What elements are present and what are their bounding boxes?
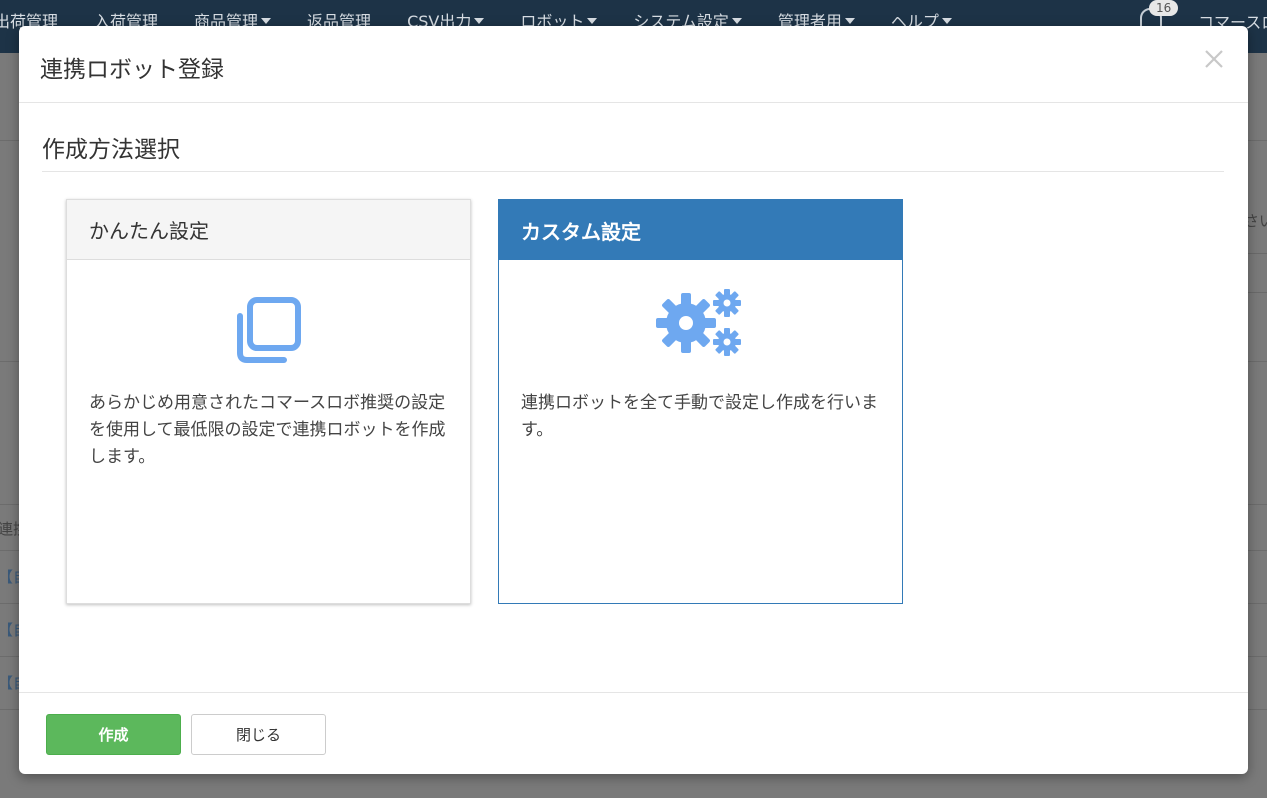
simple-setup-card[interactable]: かんたん設定 あらかじめ用意されたコマースロボ推奨の設定を使用して最低限の設定で… [66, 199, 471, 604]
caret-down-icon [731, 18, 742, 24]
caret-down-icon [941, 18, 952, 24]
gears-icon [499, 288, 902, 358]
custom-setup-title: カスタム設定 [499, 200, 902, 260]
close-button[interactable]: 閉じる [191, 714, 326, 755]
create-button[interactable]: 作成 [46, 714, 181, 755]
caret-down-icon [474, 18, 485, 24]
modal-title: 連携ロボット登録 [40, 57, 224, 83]
caret-down-icon [587, 18, 598, 24]
modal-header: 連携ロボット登録 [19, 26, 1248, 103]
modal-footer: 作成 閉じる [19, 692, 1248, 774]
custom-setup-description: 連携ロボットを全て手動で設定し作成を行います。 [521, 393, 878, 440]
robot-registration-modal: 連携ロボット登録 作成方法選択 かんたん設定 あらかじめ用意されたコマースロボ推… [19, 26, 1248, 774]
copy-icon [67, 296, 470, 366]
simple-setup-title: かんたん設定 [67, 200, 470, 260]
custom-setup-card[interactable]: カスタム設定 連携ロボットを全て手動で設定し作成を行います。 [498, 199, 903, 604]
notification-badge: 16 [1149, 0, 1179, 16]
caret-down-icon [844, 18, 855, 24]
close-icon[interactable] [1201, 46, 1227, 72]
simple-setup-description: あらかじめ用意されたコマースロボ推奨の設定を使用して最低限の設定で連携ロボットを… [89, 393, 446, 467]
section-title: 作成方法選択 [42, 137, 180, 163]
caret-down-icon [261, 18, 272, 24]
section-divider [42, 171, 1224, 172]
